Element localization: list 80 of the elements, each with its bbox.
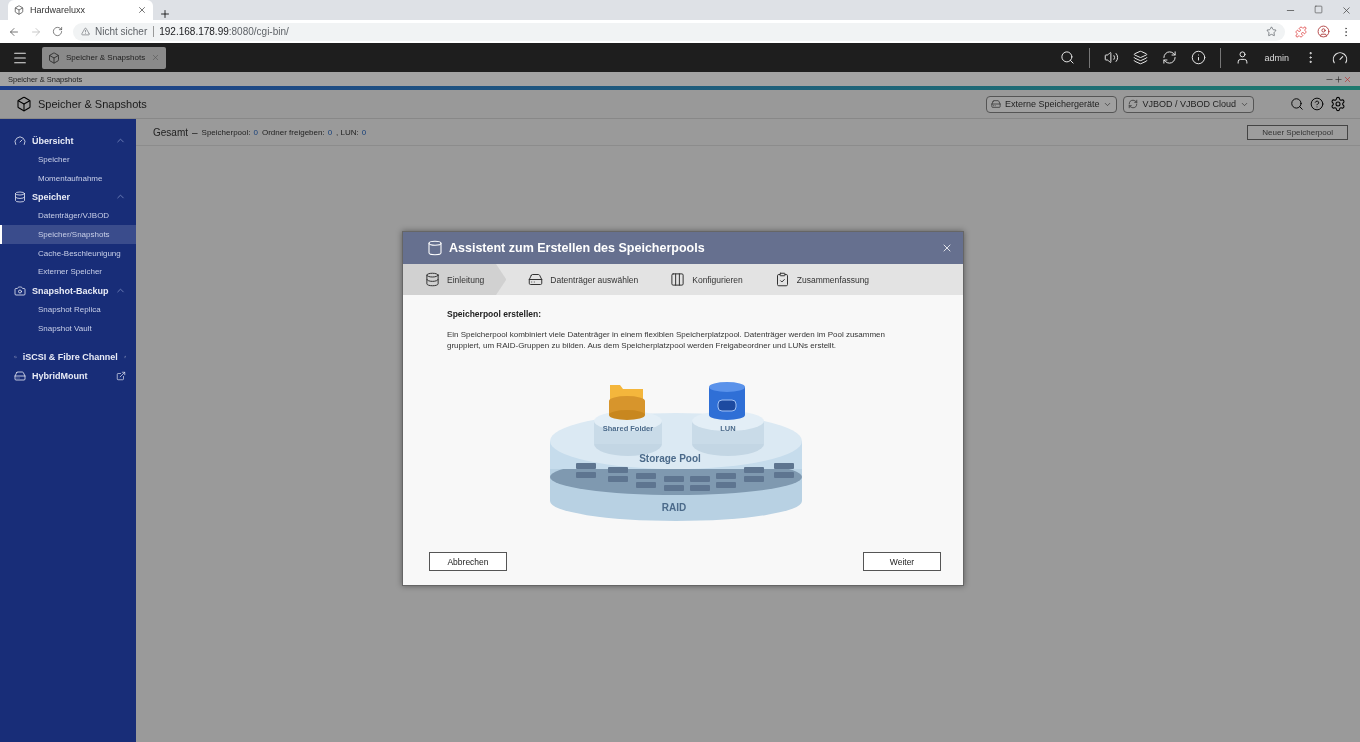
search-icon[interactable] [1060,50,1076,65]
dialog-title: Assistent zum Erstellen des Speicherpools [449,241,706,255]
search-icon[interactable] [1290,97,1304,111]
sidebar-item[interactable]: Speicher/Snapshots [0,225,136,244]
wizard-step[interactable]: Datenträger auswählen [506,264,649,295]
database-icon [425,272,440,287]
summary-label: Gesamt [153,126,188,138]
drawing-label: Storage Pool [639,453,701,464]
maximize-icon[interactable] [1334,74,1343,84]
sidebar-item[interactable]: Cache-Beschleunigung [0,243,136,263]
link-label: HybridMount [32,371,89,381]
summary-stat: , LUN: 0 [336,127,367,137]
dropdown[interactable]: Externe Speichergeräte [985,95,1118,113]
hard-drive-icon [528,272,544,287]
restore-icon[interactable] [1314,4,1323,14]
clipboard-check-icon [774,272,790,287]
star-icon[interactable] [1266,26,1277,37]
reload-icon[interactable] [52,26,63,37]
browser-tab[interactable]: Hardwareluxx [8,0,153,20]
description: Ein Speicherpool kombiniert viele Datenträger in einem flexiblen Speicherplatzpool. Datenträger werden im Pool zusammen gruppiert, um RAID-Gruppen zu bilden. Aus dem Speicherplatzpool werden Freigabeordner und LUNs erstellt. [447,329,886,351]
new-tab-icon[interactable] [159,8,171,20]
gauge-icon [14,134,26,147]
sidebar-section[interactable]: Snapshot-Backup [0,281,136,301]
drawing-label: RAID [661,502,687,513]
volume-icon[interactable] [1104,50,1120,65]
profile-icon[interactable] [1317,25,1330,38]
back-icon[interactable] [8,25,20,38]
summary-dash: – [192,126,198,138]
app-tab-label: Speicher & Snapshots [66,53,146,62]
cancel-button[interactable]: Abbrechen [429,552,507,571]
close-icon[interactable] [137,5,147,15]
info-icon[interactable] [1191,50,1207,65]
sidebar-section[interactable]: Übersicht [0,131,136,150]
cloud-ring-icon [1128,99,1139,109]
sidebar-item[interactable]: Speicher [0,150,136,169]
sidebar-item[interactable]: Momentaufnahme [0,168,136,188]
settings-icon[interactable] [1330,96,1346,112]
address-field[interactable]: Nicht sicher 192.168.178.99:8080/cgi-bin/ [73,22,1285,41]
app-icon [16,96,32,112]
wizard-step[interactable]: Einleitung [403,264,507,295]
summary-stat: Ordner freigeben: 0 [261,127,333,137]
help-icon[interactable] [1310,97,1324,111]
app-title: Speicher & Snapshots [38,98,148,110]
wizard-step[interactable]: Konfigurieren [648,264,753,295]
drive-icon [990,99,1001,109]
section-label: Übersicht [32,135,75,146]
sidebar-item[interactable]: Externer Speicher [0,262,136,282]
sync-icon[interactable] [1162,50,1178,65]
sidebar-link[interactable]: iSCSI & Fibre Channel [0,347,136,367]
database-icon [14,190,26,203]
app-tab[interactable]: Speicher & Snapshots [42,46,167,69]
columns-icon [670,272,686,287]
section-label: Speicher [32,191,72,202]
puzzle-icon[interactable] [1295,25,1307,38]
sidebar-link[interactable]: HybridMount [0,366,136,386]
app-icon [48,51,60,64]
user-icon[interactable] [1235,50,1251,65]
warning-icon [81,27,90,36]
close-icon[interactable] [941,242,953,254]
link-label: iSCSI & Fibre Channel [22,352,118,362]
section-heading: Speicherpool erstellen: [447,309,542,319]
cylinder-icon [427,240,443,256]
app-icon [14,5,24,15]
new-pool-button[interactable]: Neuer Speicherpool [1247,124,1348,140]
sidebar-item[interactable]: Datenträger/VJBOD [0,206,136,226]
camera-icon [14,284,26,297]
layers-icon[interactable] [1133,50,1149,65]
close-icon[interactable] [1341,4,1352,16]
tab-title: Hardwareluxx [30,5,86,15]
dropdown[interactable]: VJBOD / VJBOD Cloud [1123,95,1254,113]
section-label: Snapshot-Backup [32,285,109,296]
next-button[interactable]: Weiter [863,552,941,571]
user-menu[interactable]: admin [1264,52,1289,63]
summary-stat: Speicherpool: 0 [201,127,258,137]
sidebar-item[interactable]: Snapshot Vault [0,318,136,338]
wizard-step[interactable]: Zusammenfassung [752,264,880,295]
hard-drive-icon [14,370,26,382]
sidebar-section[interactable]: Speicher [0,187,136,207]
sidebar-item[interactable]: Snapshot Replica [0,300,136,319]
gauge-icon[interactable] [1332,49,1348,66]
